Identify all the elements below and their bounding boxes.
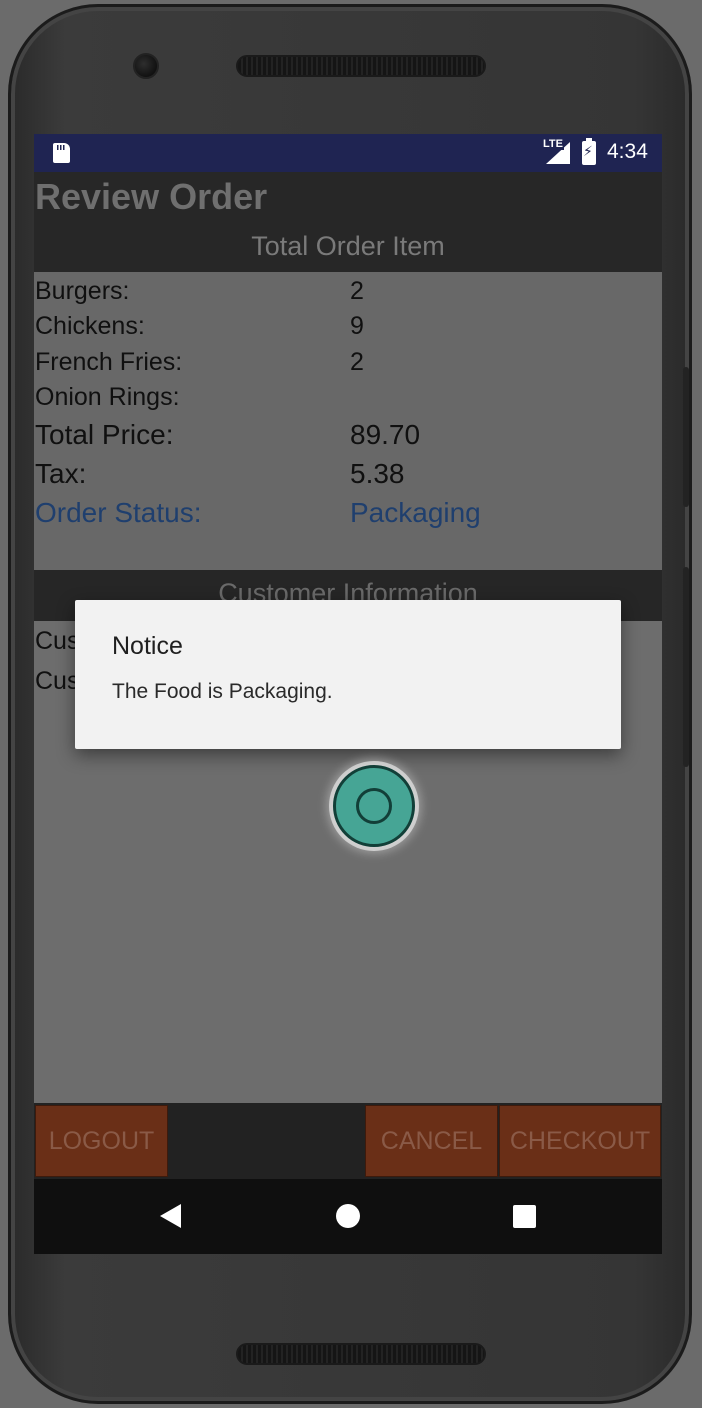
home-icon[interactable] bbox=[336, 1204, 360, 1228]
page-title: Review Order bbox=[35, 176, 268, 217]
top-speaker bbox=[236, 55, 486, 77]
battery-charging-icon bbox=[582, 138, 596, 165]
power-button bbox=[683, 567, 689, 767]
order-section-header: Total Order Item bbox=[251, 231, 445, 261]
navigation-bar bbox=[34, 1179, 662, 1254]
logout-button[interactable]: LOGOUT bbox=[35, 1105, 168, 1177]
lte-signal-icon: LTE bbox=[542, 138, 570, 164]
bottom-speaker bbox=[236, 1343, 486, 1365]
touch-indicator-icon bbox=[333, 765, 415, 847]
checkout-button[interactable]: CHECKOUT bbox=[499, 1105, 661, 1177]
customer-row: Cus bbox=[35, 627, 80, 655]
volume-button bbox=[683, 367, 689, 507]
dialog-title: Notice bbox=[112, 632, 183, 660]
cancel-button[interactable]: CANCEL bbox=[365, 1105, 498, 1177]
status-bar: LTE 4:34 bbox=[34, 134, 662, 172]
status-value: Packaging bbox=[350, 497, 481, 528]
front-camera bbox=[133, 53, 159, 79]
clock: 4:34 bbox=[607, 140, 648, 163]
sd-card-icon bbox=[53, 143, 70, 163]
notice-dialog[interactable]: Notice The Food is Packaging. bbox=[75, 600, 621, 749]
back-icon[interactable] bbox=[160, 1204, 181, 1228]
dialog-message: The Food is Packaging. bbox=[112, 680, 333, 703]
recent-apps-icon[interactable] bbox=[513, 1205, 536, 1228]
customer-row: Cus bbox=[35, 667, 80, 695]
